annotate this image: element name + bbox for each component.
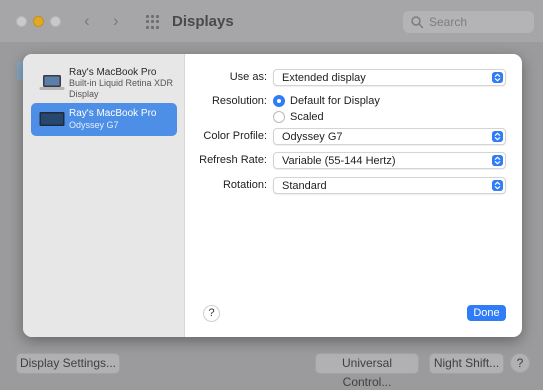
rotation-label: Rotation: [222, 179, 267, 191]
display-item-builtin[interactable]: Ray's MacBook Pro Built-in Liquid Retina… [31, 63, 177, 101]
display-subtitle: Built-in Liquid Retina XDR Display [69, 78, 174, 99]
resolution-default-label: Default for Display [290, 95, 380, 107]
laptop-icon [39, 75, 65, 90]
window-help-button[interactable]: ? [510, 353, 530, 373]
done-button[interactable]: Done [467, 305, 506, 321]
close-window-button[interactable] [16, 16, 27, 27]
chevron-updown-icon [492, 131, 503, 142]
display-settings-form: Use as: Extended display Resolution: Def… [185, 54, 522, 337]
use-as-popup[interactable]: Extended display [273, 69, 506, 86]
rotation-value: Standard [282, 180, 327, 192]
display-list-sidebar: Ray's MacBook Pro Built-in Liquid Retina… [23, 54, 185, 337]
chevron-updown-icon [492, 180, 503, 191]
refresh-rate-label: Refresh Rate: [199, 154, 267, 166]
display-name: Ray's MacBook Pro [69, 67, 157, 78]
universal-control-button[interactable]: Universal Control... [315, 353, 419, 389]
night-shift-button[interactable]: Night Shift... [429, 353, 504, 374]
forward-button[interactable]: › [113, 11, 119, 31]
resolution-default-radio[interactable] [273, 95, 285, 107]
resolution-scaled-label: Scaled [290, 111, 324, 123]
window-title: Displays [172, 13, 234, 30]
refresh-rate-popup[interactable]: Variable (55-144 Hertz) [273, 152, 506, 169]
refresh-rate-value: Variable (55-144 Hertz) [282, 155, 396, 167]
chevron-updown-icon [492, 72, 503, 83]
display-item-odyssey[interactable]: Ray's MacBook Pro Odyssey G7 [31, 103, 177, 136]
rotation-popup[interactable]: Standard [273, 177, 506, 194]
color-profile-value: Odyssey G7 [282, 131, 343, 143]
color-profile-label: Color Profile: [203, 130, 267, 142]
resolution-label: Resolution: [211, 95, 267, 107]
title-bar: ‹ › Displays Search [0, 0, 543, 42]
display-subtitle: Odyssey G7 [69, 120, 119, 130]
display-settings-sheet: Ray's MacBook Pro Built-in Liquid Retina… [23, 54, 522, 337]
back-button[interactable]: ‹ [84, 11, 90, 31]
display-settings-button[interactable]: Display Settings... [16, 353, 120, 374]
use-as-label: Use as: [229, 71, 267, 83]
resolution-scaled-radio[interactable] [273, 111, 285, 123]
show-all-grid-icon[interactable] [146, 15, 160, 29]
chevron-updown-icon [492, 155, 503, 166]
laptop-icon [39, 112, 65, 126]
search-field[interactable]: Search [403, 11, 534, 33]
color-profile-popup[interactable]: Odyssey G7 [273, 128, 506, 145]
help-button[interactable]: ? [203, 305, 220, 322]
use-as-value: Extended display [282, 72, 366, 84]
search-icon [411, 16, 424, 29]
display-name: Ray's MacBook Pro [69, 108, 157, 119]
zoom-window-button[interactable] [50, 16, 61, 27]
search-placeholder: Search [429, 15, 468, 29]
minimize-window-button[interactable] [33, 16, 44, 27]
